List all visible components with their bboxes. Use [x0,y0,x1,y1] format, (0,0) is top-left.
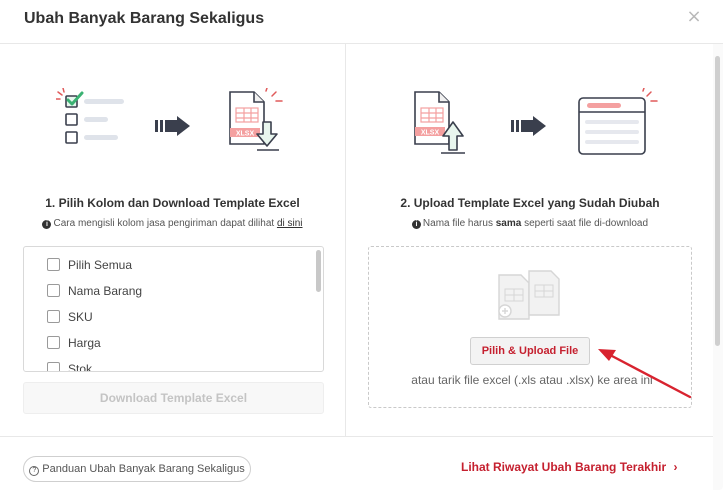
files-placeholder-icon [498,270,560,320]
checkbox[interactable] [47,310,60,323]
arrow-right-icon [511,116,546,136]
step2-panel: XLSX 2. Upload Template Excel yang Sudah… [347,44,713,436]
help-icon: ? [29,466,40,476]
guide-button-label: Panduan Ubah Banyak Barang Sekaligus [42,463,245,475]
checkbox[interactable] [47,336,60,349]
checklist-item-label: Nama Barang [68,284,143,298]
chevron-right-icon: › [673,460,678,474]
step2-hint: i Nama file harus sama seperti saat file … [347,218,713,229]
xlsx-upload-illustration-icon: XLSX [414,91,465,154]
close-icon[interactable]: × [683,6,705,28]
upload-file-button[interactable]: Pilih & Upload File [470,337,590,365]
xlsx-badge-text: XLSX [236,131,255,138]
shipping-guide-link[interactable]: di sini [277,218,303,229]
step1-panel: XLSX 1. Pilih Kolom dan Download Templat… [0,44,346,436]
modal-footer: ? Panduan Ubah Banyak Barang Sekaligus Li… [0,436,713,490]
step1-title: 1. Pilih Kolom dan Download Template Exc… [45,196,300,210]
arrow-right-icon [155,116,190,136]
checklist-item-label: SKU [68,310,93,324]
xlsx-badge-text: XLSX [421,130,440,137]
info-icon: i [42,220,52,229]
guide-button[interactable]: ? Panduan Ubah Banyak Barang Sekaligus [23,456,251,482]
step1-hint-text: Cara mengisli kolom jasa pengiriman dapa… [53,218,277,229]
modal-scrollbar-thumb[interactable] [715,56,720,346]
checkbox[interactable] [47,284,60,297]
history-link-label: Lihat Riwayat Ubah Barang Terakhir [461,460,667,474]
edit-history-link[interactable]: Lihat Riwayat Ubah Barang Terakhir › [461,460,678,474]
file-drop-area[interactable]: Pilih & Upload File atau tarik file exce… [368,246,692,408]
checklist-illustration-icon [56,88,124,144]
checklist-item-label: Harga [68,336,101,350]
modal-title: Ubah Banyak Barang Sekaligus [24,10,265,27]
xlsx-download-illustration-icon: XLSX [229,88,283,151]
step2-title: 2. Upload Template Excel yang Sudah Diub… [400,196,660,210]
checkbox[interactable] [47,362,60,371]
checklist-scrollbar[interactable] [316,250,321,292]
drop-hint-text: atau tarik file excel (.xls atau .xlsx) … [411,373,653,387]
checklist-item-label: Pilih Semua [68,258,133,272]
step2-hint-bold: sama [495,218,522,229]
download-template-button[interactable]: Download Template Excel [23,382,324,414]
step2-hint-post: seperti saat file di-download [521,218,649,229]
column-checklist[interactable]: Pilih Semua Nama Barang SKU Harga Stok [23,246,324,372]
step2-hint-pre: Nama file harus [422,218,496,229]
checklist-item-label: Stok [68,362,93,372]
checkbox[interactable] [47,258,60,271]
updated-data-illustration-icon [578,88,658,155]
modal-body: XLSX 1. Pilih Kolom dan Download Templat… [0,44,713,436]
bulk-edit-modal: Ubah Banyak Barang Sekaligus × XLSX 1. P… [0,0,723,490]
info-icon: i [411,220,421,229]
modal-header: Ubah Banyak Barang Sekaligus × [0,0,723,44]
step1-hint: i Cara mengisli kolom jasa pengiriman dap… [0,218,345,229]
